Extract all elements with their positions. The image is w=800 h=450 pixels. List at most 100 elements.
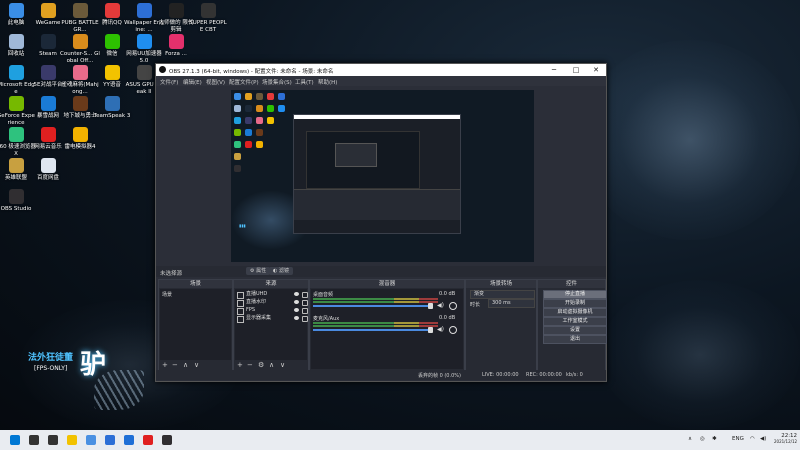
store-icon[interactable] <box>105 435 115 445</box>
chrome-icon[interactable] <box>86 435 96 445</box>
desktop-shortcut-label: OBS Studio <box>0 206 32 212</box>
speaker-icon[interactable]: ◀) <box>437 302 444 309</box>
recycle-bin-icon <box>8 34 24 49</box>
desktop-shortcut[interactable]: OBS Studio <box>0 189 36 213</box>
channel-settings-gear-icon[interactable] <box>449 302 457 310</box>
tray-bluetooth-icon[interactable]: ✱ <box>712 436 717 442</box>
mail-icon[interactable] <box>124 435 134 445</box>
360-browser-icon <box>8 127 24 142</box>
wegame-icon <box>40 3 56 18</box>
tray-speaker-icon[interactable]: ◀) <box>760 436 766 442</box>
exit-button[interactable]: 退出 <box>543 335 607 344</box>
move-down-source-button[interactable]: ∨ <box>280 361 285 369</box>
remove-source-button[interactable]: − <box>247 361 253 369</box>
preview-watermark: ▮▮▮ <box>239 223 246 228</box>
volume-slider-handle[interactable] <box>428 327 433 333</box>
add-source-button[interactable]: + <box>237 361 243 369</box>
netease-music-icon[interactable] <box>143 435 153 445</box>
desktop-shortcut[interactable]: Forza ... <box>156 34 196 58</box>
geforce-icon <box>8 96 24 111</box>
move-up-source-button[interactable]: ∧ <box>269 361 274 369</box>
no-source-selected-label: 未选择源 <box>160 271 183 277</box>
lock-icon[interactable] <box>302 300 308 306</box>
scene-list-item[interactable]: 场景 <box>162 291 172 298</box>
menu-scene-collection[interactable]: 场景集合(S) <box>262 78 292 86</box>
studio-mode-button[interactable]: 工作室模式 <box>543 317 607 326</box>
tray-clock[interactable]: 22:12 2021/12/12 <box>774 433 797 445</box>
menu-help[interactable]: 帮助(H) <box>318 78 337 86</box>
move-up-scene-button[interactable]: ∧ <box>183 361 188 369</box>
visibility-eye-icon[interactable] <box>294 308 299 312</box>
status-bar: 丢弃的帧 0 (0.0%) LIVE: 00:00:00 REC: 00:00:… <box>156 370 606 380</box>
video-editor-icon <box>168 3 184 18</box>
watermark-subtitle: [FPS-ONLY] <box>34 365 68 372</box>
minimize-button[interactable]: ─ <box>544 65 564 75</box>
monitor-icon <box>237 316 244 323</box>
settings-button[interactable]: 设置 <box>543 326 607 335</box>
source-row[interactable]: 显示器采集 <box>237 315 308 323</box>
channel-settings-gear-icon[interactable] <box>449 326 457 334</box>
add-scene-button[interactable]: + <box>162 361 168 369</box>
channel-db: 0.0 dB <box>439 315 456 321</box>
desktop-shortcut[interactable]: TeamSpeak 3 <box>92 96 132 120</box>
menu-profile[interactable]: 配置文件(P) <box>229 78 259 86</box>
transition-duration-input[interactable]: 300 ms <box>488 299 535 308</box>
desktop-shortcut[interactable]: SUPER PEOPLE CBT <box>188 3 228 33</box>
tray-chevron-icon[interactable]: ∧ <box>688 436 692 442</box>
channel-name: 麦克风/Aux <box>313 316 340 322</box>
start-virtual-camera-button[interactable]: 启动虚拟摄像机 <box>543 308 607 317</box>
computer-icon <box>8 3 24 18</box>
lock-icon[interactable] <box>302 292 308 298</box>
menu-tools[interactable]: 工具(T) <box>295 78 314 86</box>
desktop-shortcut-label: 雷电模拟器4 <box>64 144 96 150</box>
sources-toolbar: + − ⚙ ∧ ∨ <box>234 360 308 370</box>
scene-transitions-dock: 场景转场 渐变 时长 300 ms <box>465 279 537 371</box>
obs-icon[interactable] <box>162 435 172 445</box>
search-icon[interactable] <box>29 435 39 445</box>
sources-dock-title: 来源 <box>234 280 308 288</box>
source-row[interactable]: FPS <box>237 307 308 315</box>
menu-view[interactable]: 视图(V) <box>206 78 225 86</box>
source-settings-gear-icon[interactable]: ⚙ <box>258 361 264 369</box>
visibility-eye-icon[interactable] <box>294 292 299 296</box>
move-down-scene-button[interactable]: ∨ <box>194 361 199 369</box>
visibility-eye-icon[interactable] <box>294 316 299 320</box>
tray-wifi-icon[interactable]: ◠ <box>750 436 755 442</box>
file-explorer-icon[interactable] <box>67 435 77 445</box>
mixer-channel: 麦克风/Aux 0.0 dB ◀) <box>313 315 461 337</box>
sources-dock: 来源 直播UHD 直播水印 FPS 显示器采集 + − ⚙ ∧ ∨ <box>233 279 309 371</box>
obs-titlebar[interactable]: OBS 27.1.3 (64-bit, windows) - 配置文件: 未命名… <box>156 64 606 76</box>
wechat-icon <box>104 34 120 49</box>
menu-file[interactable]: 文件(F) <box>160 78 178 86</box>
source-row[interactable]: 直播UHD <box>237 291 308 299</box>
preview-canvas[interactable]: ▮▮▮ <box>231 90 534 262</box>
tray-language[interactable]: ENG <box>732 436 744 442</box>
speaker-icon[interactable]: ◀) <box>437 326 444 333</box>
maximize-button[interactable]: □ <box>566 65 586 75</box>
properties-button[interactable]: ⚙ 属性 <box>246 267 271 275</box>
desktop-shortcut[interactable]: 百度网盘 <box>28 158 68 182</box>
desktop-shortcut[interactable]: 雷电模拟器4 <box>60 127 100 151</box>
wallpaper-smoke <box>580 40 800 240</box>
volume-meter <box>313 298 438 300</box>
transition-type-select[interactable]: 渐变 <box>470 290 535 299</box>
source-label: 显示器采集 <box>246 315 272 321</box>
lock-icon[interactable] <box>302 308 308 314</box>
volume-slider[interactable] <box>313 327 433 333</box>
task-view-icon[interactable] <box>48 435 58 445</box>
visibility-eye-icon[interactable] <box>294 300 299 304</box>
stop-streaming-button[interactable]: 停止直播 <box>543 290 607 299</box>
remove-scene-button[interactable]: − <box>172 361 178 369</box>
start-recording-button[interactable]: 开始录制 <box>543 299 607 308</box>
tray-network-icon[interactable]: ◎ <box>700 436 705 442</box>
source-row[interactable]: 直播水印 <box>237 299 308 307</box>
volume-slider-handle[interactable] <box>428 303 433 309</box>
windows-start-icon[interactable] <box>10 435 20 445</box>
lock-icon[interactable] <box>302 316 308 322</box>
close-button[interactable]: ✕ <box>586 65 606 75</box>
menu-edit[interactable]: 编辑(E) <box>183 78 202 86</box>
filters-button[interactable]: ◐ 滤镜 <box>269 267 293 275</box>
baidu-pan-icon <box>40 158 56 173</box>
battlenet-icon <box>40 96 56 111</box>
volume-slider[interactable] <box>313 303 433 309</box>
